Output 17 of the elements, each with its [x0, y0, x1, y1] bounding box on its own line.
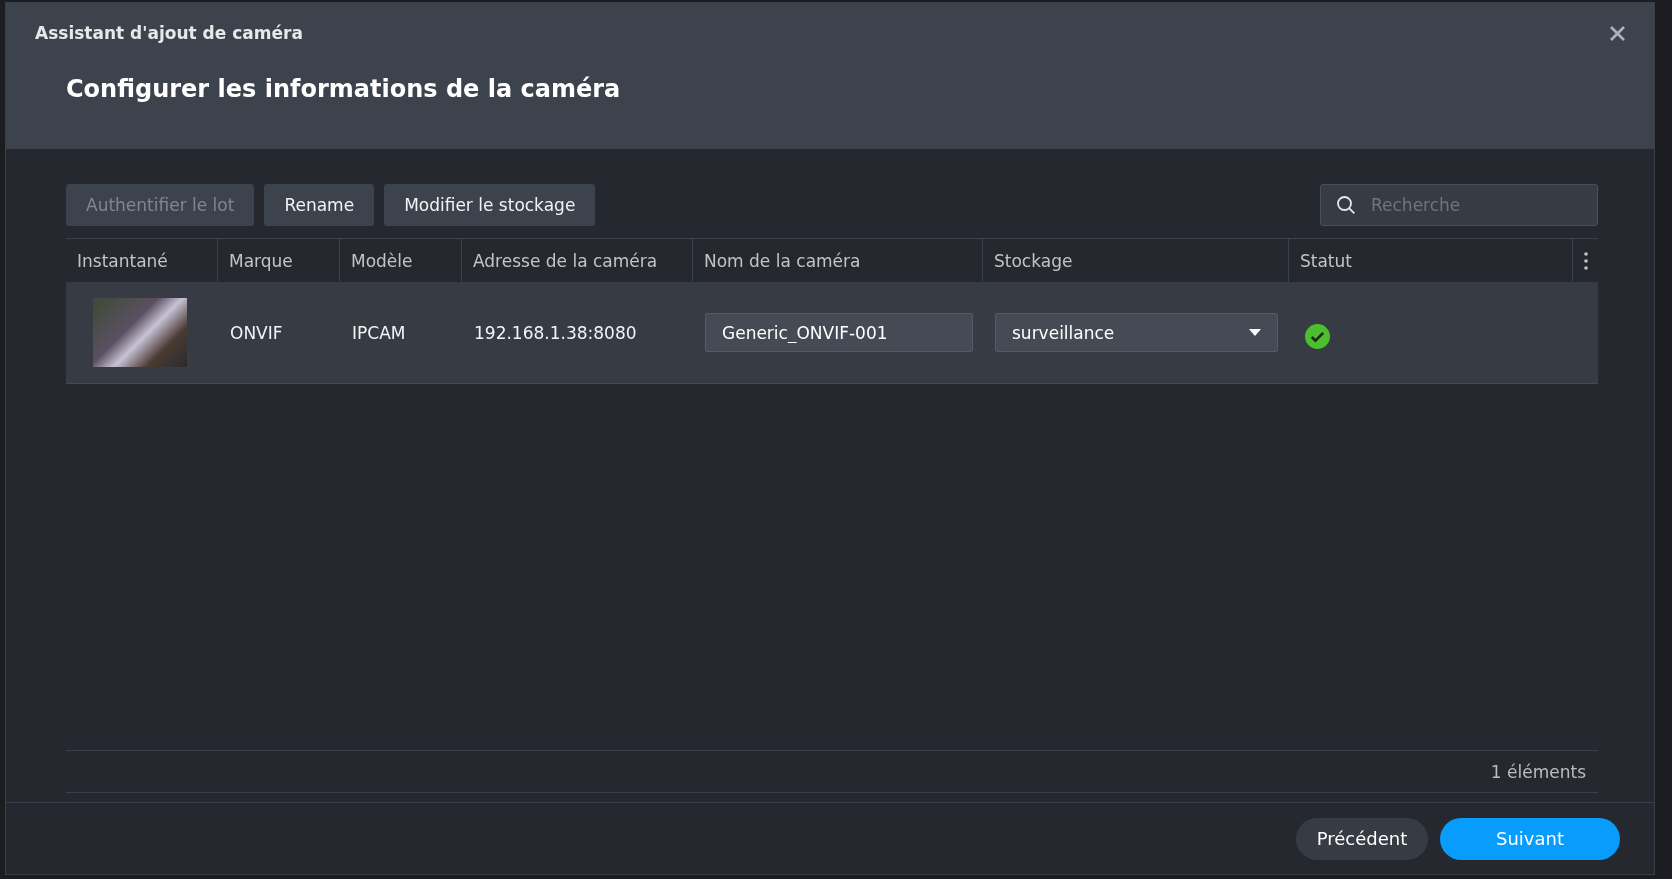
- table-row[interactable]: ONVIF IPCAM 192.168.1.38:8080 Generic_ONVIF-001 surveillance: [66, 282, 1598, 384]
- camera-name-field[interactable]: Generic_ONVIF-001: [705, 313, 973, 352]
- table-cell-text: IPCAM: [351, 322, 407, 343]
- previous-button[interactable]: Précédent: [1296, 817, 1428, 860]
- storage-dropdown[interactable]: surveillance: [995, 313, 1278, 352]
- window-title: Assistant d'ajout de caméra: [35, 23, 303, 43]
- toolbar-button[interactable]: Rename: [264, 184, 375, 226]
- caret-icon: [1249, 329, 1261, 336]
- table-cell-text: 192.168.1.38:8080: [473, 322, 638, 343]
- table-cell-text: ONVIF: [229, 322, 284, 343]
- toolbar-button[interactable]: Modifier le stockage: [384, 184, 596, 226]
- close-icon: [1609, 24, 1626, 42]
- page-heading: Configurer les informations de la caméra: [66, 75, 621, 103]
- item-count: 1 éléments: [1490, 761, 1586, 782]
- close-button[interactable]: [1609, 24, 1626, 42]
- kebab-icon: [1583, 251, 1588, 270]
- search-field[interactable]: Recherche: [1320, 184, 1598, 226]
